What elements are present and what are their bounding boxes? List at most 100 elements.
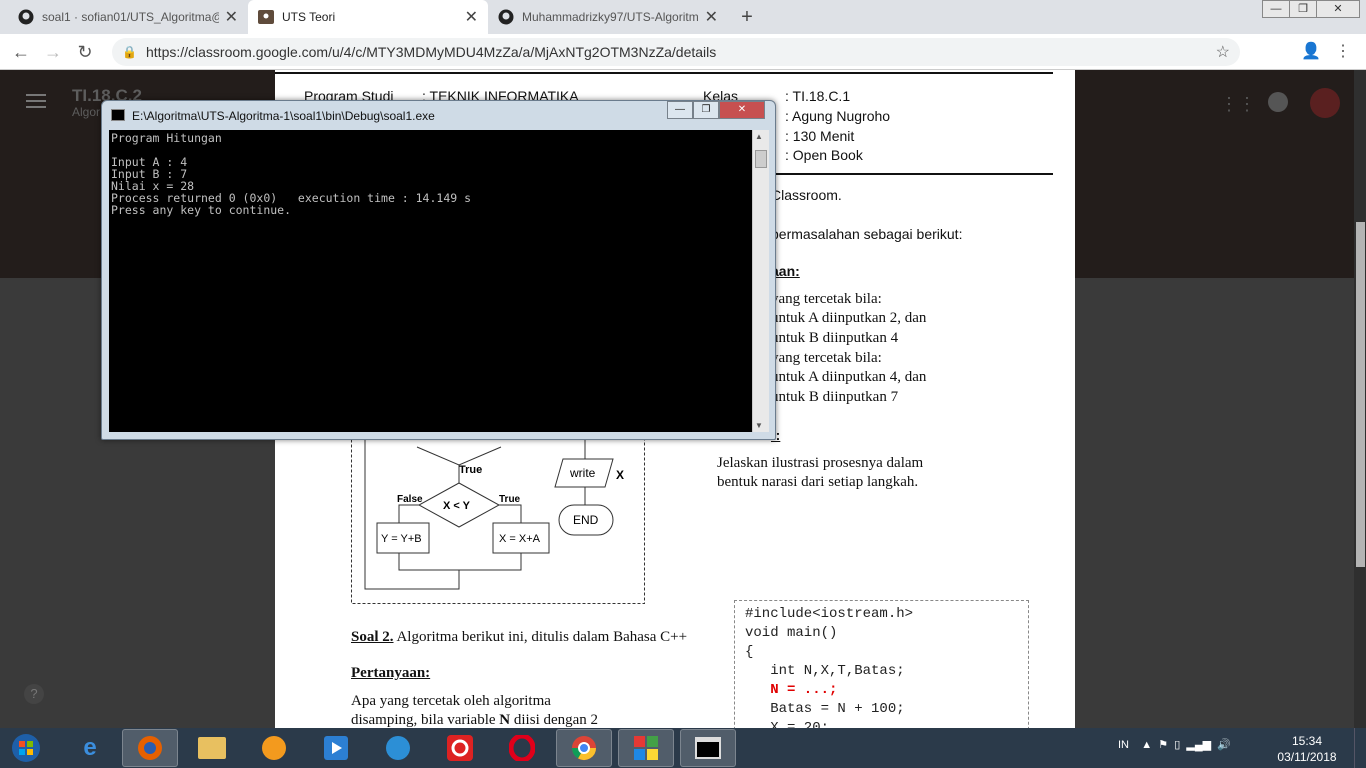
clock-time: 15:34: [1291, 734, 1323, 748]
page-scrollbar[interactable]: [1354, 70, 1366, 728]
url-text: https://classroom.google.com/u/4/c/MTY3M…: [146, 44, 717, 60]
tab-strip: soal1 · sofian01/UTS_Algoritma@ ✕ UTS Te…: [0, 0, 1366, 34]
pertanyaan-label: Pertanyaan:: [351, 665, 431, 681]
codeblocks-icon[interactable]: [618, 729, 674, 767]
close-tab-icon[interactable]: ✕: [225, 7, 238, 27]
sifat-value: : Open Book: [785, 147, 863, 163]
explorer-icon[interactable]: [184, 729, 240, 767]
classroom-icon: [258, 9, 274, 25]
flow-condition: X < Y: [443, 500, 471, 512]
explain-line: bentuk narasi dari setiap langkah.: [717, 474, 919, 490]
github-icon: [498, 9, 514, 25]
soal2-label: Soal 2.: [351, 629, 394, 645]
code-line: void main(): [745, 625, 838, 641]
question-line: yang tercetak bila:: [771, 350, 882, 366]
code-line: X = 20;: [745, 720, 830, 728]
profile-avatar[interactable]: 👤: [1298, 39, 1324, 65]
flow-write-var: X: [616, 468, 624, 482]
back-button[interactable]: ←: [8, 39, 34, 65]
tab-title: UTS Teori: [282, 10, 336, 24]
question-line: untuk A diinputkan 2, dan: [771, 310, 927, 326]
tab-github-soal1[interactable]: soal1 · sofian01/UTS_Algoritma@ ✕: [8, 0, 248, 34]
show-desktop-button[interactable]: [1354, 728, 1366, 768]
doc-line: permasalahan sebagai berikut:: [771, 226, 963, 242]
console-window[interactable]: E:\Algoritma\UTS-Algoritma-1\soal1\bin\D…: [101, 100, 776, 440]
hamburger-icon[interactable]: [26, 94, 46, 108]
dosen-value: : Agung Nugroho: [785, 108, 891, 124]
code-line: Batas = N + 100;: [745, 701, 905, 717]
flow-label-false: False: [397, 494, 423, 505]
close-window-button[interactable]: ✕: [1316, 0, 1360, 18]
address-bar[interactable]: 🔒 https://classroom.google.com/u/4/c/MTY…: [112, 38, 1240, 66]
app-icon[interactable]: [246, 729, 302, 767]
minimize-button[interactable]: —: [1262, 0, 1290, 18]
code-block: #include<iostream.h> void main() { int N…: [734, 600, 1029, 728]
apps-grid-icon[interactable]: ⋮⋮: [1220, 94, 1256, 114]
menu-icon[interactable]: ⋮: [1330, 39, 1356, 65]
firefox-icon[interactable]: [122, 729, 178, 767]
console-app-icon: [111, 109, 125, 121]
clock-date: 03/11/2018: [1277, 750, 1337, 764]
browser-toolbar: ← → ↻ 🔒 https://classroom.google.com/u/4…: [0, 34, 1366, 70]
console-scrollbar[interactable]: ▲ ▼: [752, 130, 769, 432]
code-line: {: [745, 644, 754, 660]
tab-github-muhammadrizky[interactable]: Muhammadrizky97/UTS-Algoritma ✕: [488, 0, 728, 34]
close-tab-icon[interactable]: ✕: [705, 7, 718, 27]
question-line: Apa yang tercetak oleh algoritma: [351, 693, 551, 709]
flow-label-true: True: [499, 494, 521, 505]
network-app-icon[interactable]: [370, 729, 426, 767]
tab-title: soal1 · sofian01/UTS_Algoritma@: [42, 10, 219, 24]
opera-icon[interactable]: [494, 729, 550, 767]
console-maximize-button[interactable]: ❐: [693, 101, 719, 119]
tab-uts-teori[interactable]: UTS Teori ✕: [248, 0, 488, 34]
forward-button[interactable]: →: [40, 39, 66, 65]
scroll-up-icon[interactable]: ▲: [755, 132, 763, 141]
maximize-button[interactable]: ❐: [1289, 0, 1317, 18]
soal2-line: Soal 2. Algoritma berikut ini, ditulis d…: [351, 629, 687, 646]
flow-box-right: X = X+A: [499, 533, 541, 545]
console-title: E:\Algoritma\UTS-Algoritma-1\soal1\bin\D…: [132, 109, 435, 123]
divider: [275, 72, 1053, 74]
scroll-thumb[interactable]: [755, 150, 767, 168]
explain-line: Jelaskan ilustrasi prosesnya dalam: [717, 455, 924, 471]
notifications-icon[interactable]: [1268, 92, 1288, 112]
help-icon[interactable]: ?: [24, 684, 44, 704]
question-line: untuk B diinputkan 4: [771, 330, 899, 346]
flow-box-left: Y = Y+B: [381, 533, 422, 545]
chrome-icon[interactable]: [556, 729, 612, 767]
tab-title: Muhammadrizky97/UTS-Algoritma: [522, 10, 699, 24]
code-line-highlight: N = ...;: [745, 682, 838, 698]
waktu-value: : 130 Menit: [785, 128, 855, 144]
ie-icon[interactable]: e: [62, 729, 118, 767]
flow-end: END: [573, 513, 599, 527]
language-indicator[interactable]: IN: [1118, 739, 1129, 751]
console-minimize-button[interactable]: —: [667, 101, 693, 119]
github-icon: [18, 9, 34, 25]
flowchart: True False True X < Y Y = Y+B X = X+A wr…: [351, 435, 645, 604]
soal2-text: Algoritma berikut ini, ditulis dalam Bah…: [396, 629, 688, 645]
code-line: #include<iostream.h>: [745, 606, 914, 622]
ccleaner-icon[interactable]: [432, 729, 488, 767]
console-close-button[interactable]: ✕: [719, 101, 765, 119]
start-button[interactable]: [2, 729, 50, 767]
clock[interactable]: 15:34 03/11/2018: [1272, 733, 1342, 765]
star-icon[interactable]: ☆: [1216, 42, 1230, 62]
close-tab-icon[interactable]: ✕: [465, 7, 478, 27]
lock-icon: 🔒: [122, 45, 137, 59]
flow-write: write: [569, 466, 596, 480]
new-tab-button[interactable]: +: [735, 6, 759, 28]
user-avatar[interactable]: [1310, 88, 1340, 118]
doc-line: Classroom.: [771, 187, 842, 203]
class-subtitle: Algor: [72, 105, 101, 119]
reload-button[interactable]: ↻: [72, 39, 98, 65]
question-line: untuk B diinputkan 7: [771, 389, 899, 405]
system-tray: IN ▲ ⚑ ▯ ▂▄▆ 🔊: [1118, 739, 1231, 751]
question-line: yang tercetak bila:: [771, 291, 882, 307]
console-output: Program Hitungan Input A : 4 Input B : 7…: [109, 130, 752, 432]
code-line: int N,X,T,Batas;: [745, 663, 905, 679]
kelas-value: : TI.18.C.1: [785, 88, 851, 104]
media-player-icon[interactable]: [308, 729, 364, 767]
scroll-down-icon[interactable]: ▼: [755, 421, 763, 430]
taskbar: e IN ▲ ⚑ ▯ ▂▄▆ 🔊 15:34 03/11/2018: [0, 728, 1366, 768]
console-taskbar-icon[interactable]: [680, 729, 736, 767]
